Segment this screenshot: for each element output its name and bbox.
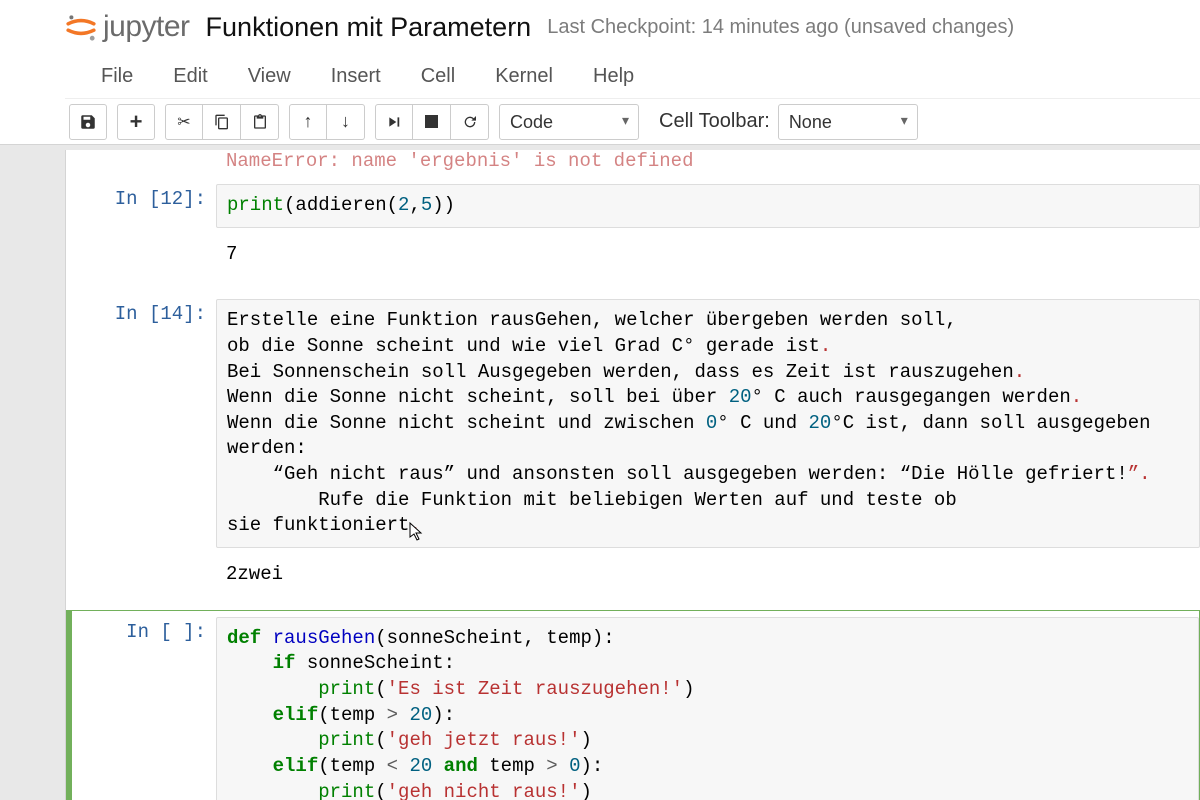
cut-button[interactable]: ✂: [165, 104, 203, 140]
refresh-icon: [462, 114, 478, 130]
paste-button[interactable]: [241, 104, 279, 140]
restart-button[interactable]: [451, 104, 489, 140]
menu-file[interactable]: File: [81, 59, 153, 94]
jupyter-logo[interactable]: jupyter: [65, 10, 190, 44]
move-down-button[interactable]: ↓: [327, 104, 365, 140]
prompt-in-14: In [14]:: [66, 299, 216, 548]
menu-edit[interactable]: Edit: [153, 59, 227, 94]
prompt-out-12: [66, 240, 216, 270]
code-input-14[interactable]: Erstelle eine Funktion rausGehen, welche…: [216, 299, 1200, 548]
output-12: 7: [216, 240, 1200, 270]
menu-cell[interactable]: Cell: [401, 59, 475, 94]
prompt-out-14: [66, 560, 216, 590]
toolbar: + ✂ ↑ ↓: [65, 98, 1200, 144]
jupyter-icon: [65, 11, 97, 43]
scissors-icon: ✂: [177, 112, 190, 132]
cell-toolbar-label: Cell Toolbar:: [659, 110, 770, 133]
code-input-12[interactable]: print(addieren(2,5)): [216, 184, 1200, 228]
run-button[interactable]: [375, 104, 413, 140]
move-up-button[interactable]: ↑: [289, 104, 327, 140]
notebook-area: NameError: name 'ergebnis' is not define…: [65, 150, 1200, 800]
menu-view[interactable]: View: [228, 59, 311, 94]
arrow-up-icon: ↑: [304, 111, 313, 132]
menu-insert[interactable]: Insert: [311, 59, 401, 94]
menu-bar: File Edit View Insert Cell Kernel Help: [65, 54, 1200, 98]
code-cell-12[interactable]: In [12]: print(addieren(2,5)): [66, 178, 1200, 234]
prompt-in-12: In [12]:: [66, 184, 216, 228]
code-cell-14[interactable]: In [14]: Erstelle eine Funktion rausGehe…: [66, 293, 1200, 554]
stop-icon: [425, 115, 438, 128]
output-cell-12: 7: [66, 234, 1200, 276]
checkpoint-status: Last Checkpoint: 14 minutes ago (unsaved…: [547, 16, 1014, 39]
cell-toolbar-select[interactable]: None: [778, 104, 918, 140]
code-input-active[interactable]: def rausGehen(sonneScheint, temp): if so…: [216, 617, 1199, 800]
logo-text: jupyter: [103, 10, 190, 44]
interrupt-button[interactable]: [413, 104, 451, 140]
step-forward-icon: [387, 115, 401, 129]
save-icon: [79, 113, 97, 131]
paste-icon: [252, 114, 268, 130]
copy-button[interactable]: [203, 104, 241, 140]
notebook-title[interactable]: Funktionen mit Parametern: [206, 12, 532, 43]
menu-help[interactable]: Help: [573, 59, 654, 94]
cell-type-select[interactable]: Code: [499, 104, 639, 140]
plus-icon: +: [130, 109, 143, 135]
output-14: 2zwei: [216, 560, 1200, 590]
prompt-in-active: In [ ]:: [72, 617, 216, 800]
arrow-down-icon: ↓: [341, 111, 350, 132]
save-button[interactable]: [69, 104, 107, 140]
active-code-cell[interactable]: In [ ]: def rausGehen(sonneScheint, temp…: [66, 610, 1200, 800]
error-output-truncated: NameError: name 'ergebnis' is not define…: [66, 150, 1200, 178]
copy-icon: [214, 114, 230, 130]
header: jupyter Funktionen mit Parametern Last C…: [0, 0, 1200, 145]
menu-kernel[interactable]: Kernel: [475, 59, 573, 94]
output-cell-14: 2zwei: [66, 554, 1200, 596]
add-cell-button[interactable]: +: [117, 104, 155, 140]
